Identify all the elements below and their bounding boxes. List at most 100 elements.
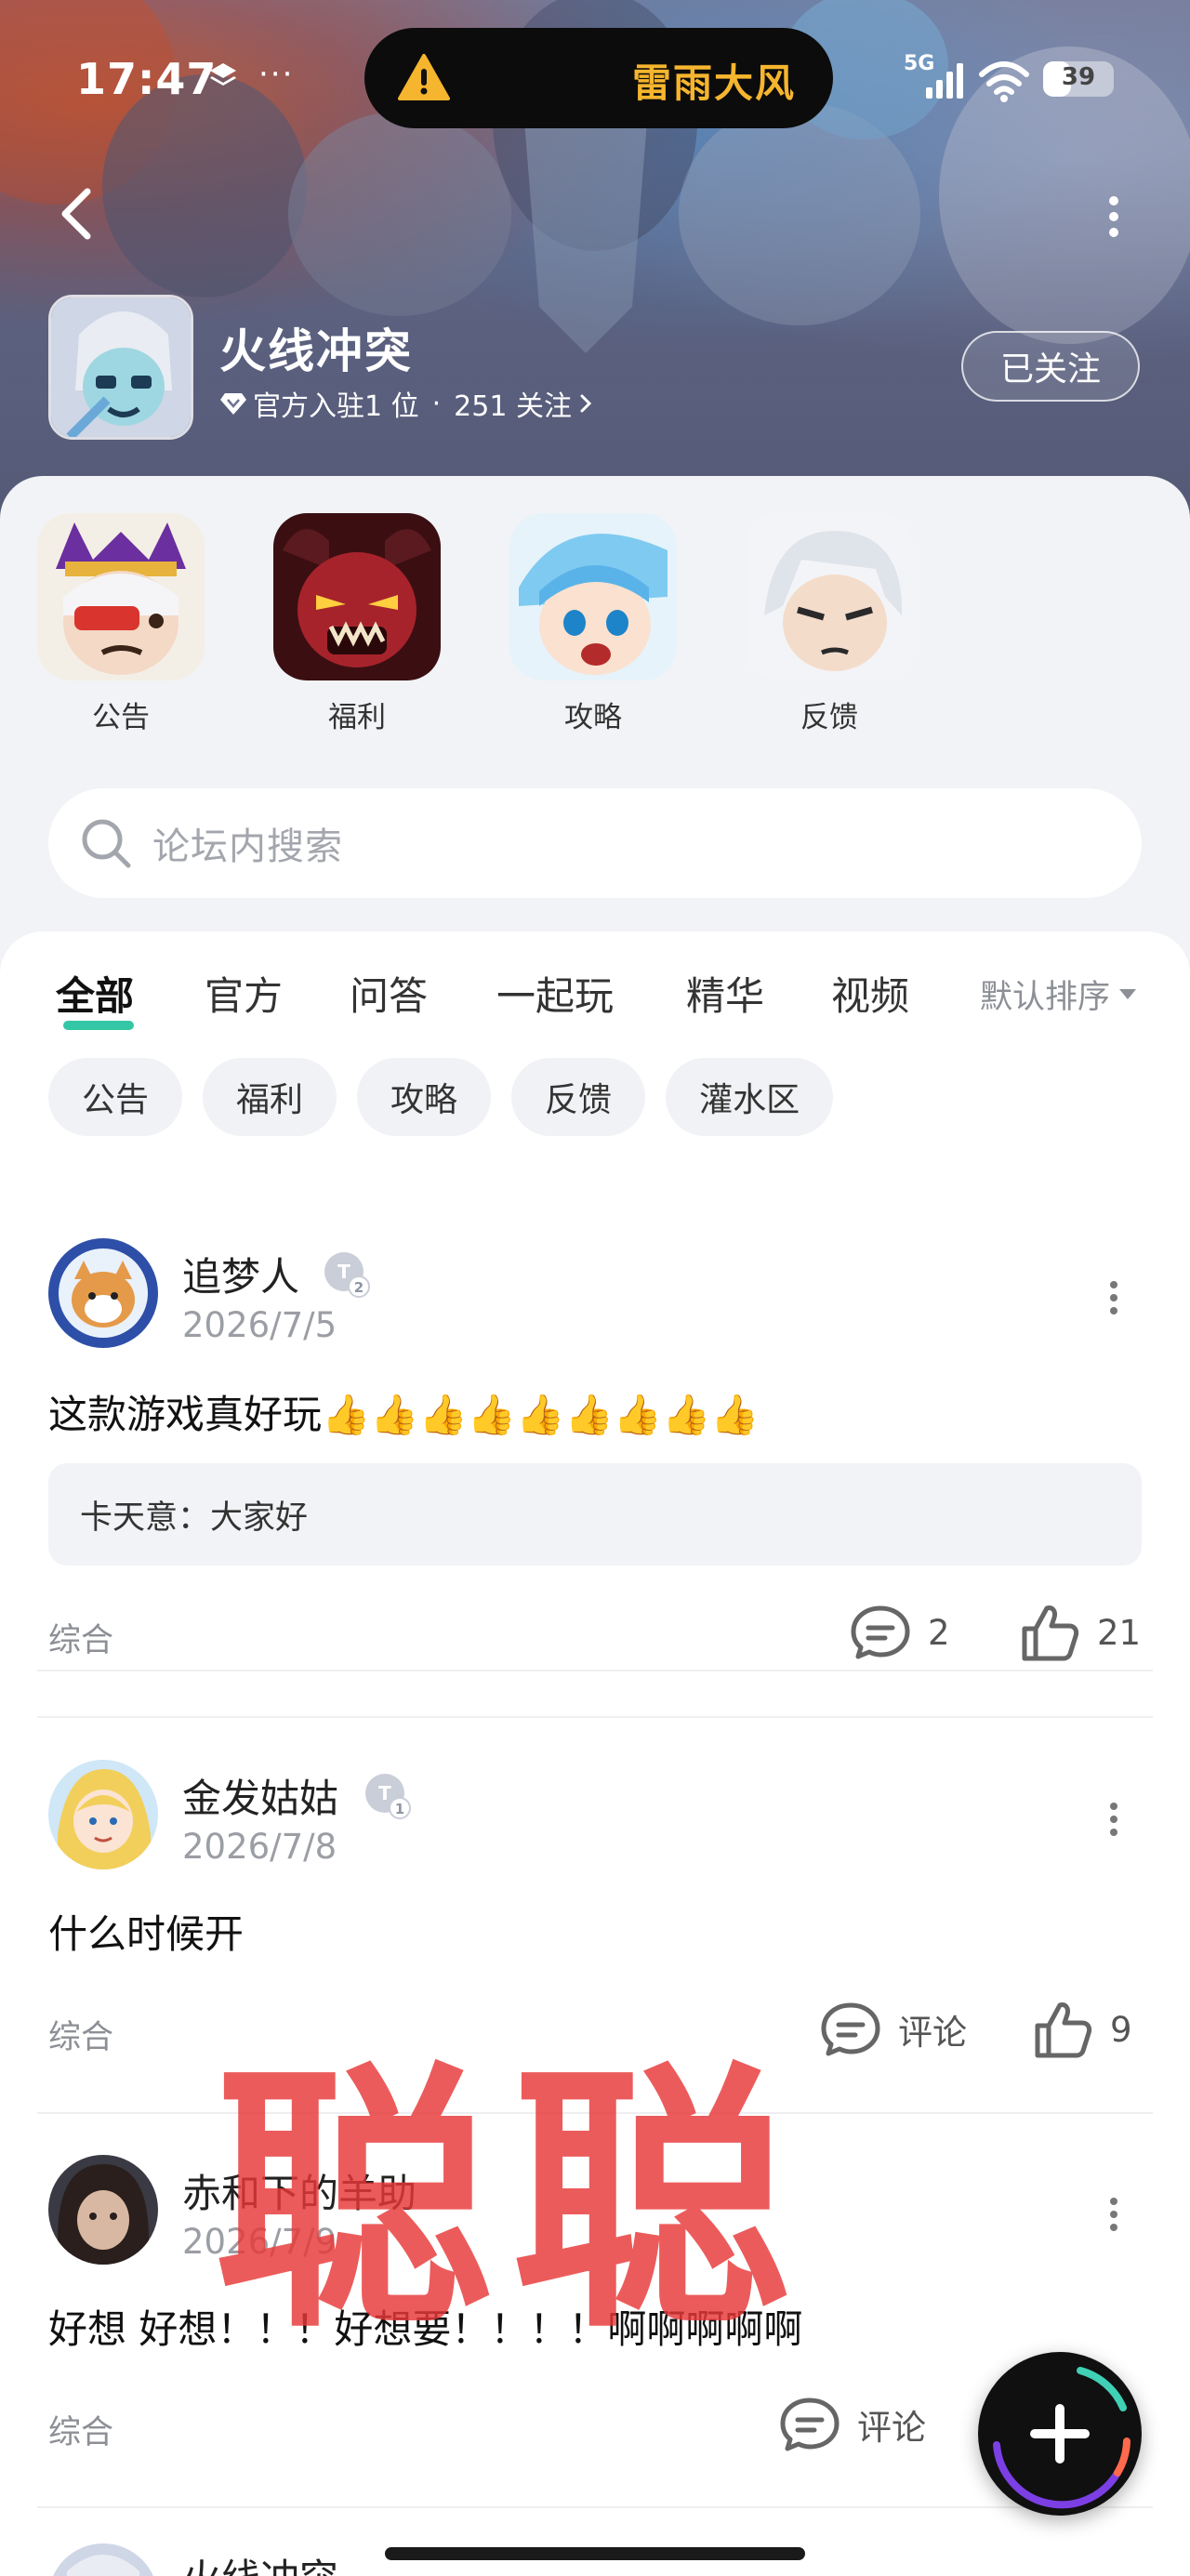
divider: [37, 1716, 1153, 1718]
comment-icon: [851, 1605, 910, 1659]
benefits-avatar-icon: [273, 513, 441, 680]
shortcut-announcement[interactable]: 公告: [37, 513, 205, 735]
post-text: 好想 好想！！！好想要！！！！啊啊啊啊啊: [48, 2306, 803, 2352]
thumbs-up-icon: [1022, 1605, 1079, 1661]
chip-benefits[interactable]: 福利: [203, 1058, 337, 1136]
quoted-reply[interactable]: 卡天意：大家好: [48, 1463, 1142, 1565]
svg-text:T: T: [337, 1261, 350, 1283]
avatar[interactable]: [48, 1760, 158, 1869]
avatar[interactable]: [48, 2155, 158, 2265]
comment-count: 2: [928, 1612, 950, 1653]
post-more-icon[interactable]: [1104, 1279, 1123, 1316]
like-button[interactable]: 21: [1017, 1603, 1141, 1662]
author-name[interactable]: 赤和下的羊助: [182, 2162, 416, 2219]
announcement-avatar-icon: [37, 513, 205, 680]
like-count: 9: [1110, 2009, 1132, 2050]
create-post-button[interactable]: [978, 2352, 1142, 2516]
level-badge-icon: T 2: [324, 1252, 370, 1298]
chip-guide[interactable]: 攻略: [357, 1058, 492, 1136]
shortcut-label: 反馈: [800, 701, 858, 734]
tab-official[interactable]: 官方: [205, 965, 283, 1022]
forum-search-bar[interactable]: 论坛内搜索: [48, 788, 1142, 898]
avatar[interactable]: [48, 2543, 158, 2576]
post-text: 什么时候开: [48, 1911, 245, 1957]
shortcut-label: 公告: [92, 701, 150, 734]
guide-avatar-icon: [509, 513, 677, 680]
sort-label: 默认排序: [980, 979, 1111, 1016]
post-date: 2026/7/8: [182, 1827, 337, 1867]
official-count: 官方入驻1 位: [253, 390, 419, 423]
game-title: 火线冲突: [219, 324, 413, 378]
svg-text:T: T: [378, 1782, 391, 1804]
follower-count: 251 关注: [454, 390, 572, 423]
game-icon[interactable]: [48, 295, 193, 440]
meta-separator: ·: [431, 387, 442, 420]
caret-down-icon: [1119, 989, 1137, 999]
verified-diamond-icon: [220, 393, 246, 415]
post-category-tag: 综合: [48, 2019, 114, 2056]
back-arrow-icon[interactable]: [56, 186, 97, 242]
author-name[interactable]: 火线冲突: [182, 2547, 338, 2576]
dynamic-island-alert[interactable]: 雷雨大风: [364, 28, 833, 128]
wifi-icon: [979, 61, 1029, 102]
tab-featured[interactable]: 精华: [686, 965, 764, 1022]
battery-level: 39: [1061, 63, 1096, 91]
comment-button[interactable]: 评论: [818, 2000, 967, 2059]
post-more-icon[interactable]: [1104, 1801, 1123, 1838]
battery-indicator: 39: [1043, 61, 1114, 97]
author-name[interactable]: 追梦人: [182, 1246, 299, 1302]
forum-page: 17:47 ··· 雷雨大风 5G 39 火线冲突 官方入驻1 位 · 251 …: [0, 0, 1190, 2576]
tab-video[interactable]: 视频: [831, 965, 909, 1022]
like-button[interactable]: 9: [1030, 2000, 1132, 2059]
post-category-tag: 综合: [48, 1622, 114, 1659]
post-more-icon[interactable]: [1104, 2196, 1123, 2233]
topic-chips: 公告 福利 攻略 反馈 灌水区: [48, 1058, 834, 1136]
plus-icon: [978, 2352, 1142, 2516]
divider: [37, 2112, 1153, 2114]
sort-dropdown[interactable]: 默认排序: [980, 971, 1137, 1018]
shortcut-benefits[interactable]: 福利: [273, 513, 441, 735]
feedback-avatar-icon: [746, 513, 913, 680]
post-category-tag: 综合: [48, 2414, 114, 2451]
shortcut-feedback[interactable]: 反馈: [746, 513, 913, 735]
chip-feedback[interactable]: 反馈: [511, 1058, 646, 1136]
tab-qa[interactable]: 问答: [350, 965, 428, 1022]
category-tabs: 全部 官方 问答 一起玩 精华 视频 默认排序: [0, 931, 1190, 1052]
level-badge-icon: T 1: [365, 1774, 411, 1819]
status-bar: 17:47 ··· 雷雨大风 5G 39: [0, 28, 1190, 130]
search-placeholder: 论坛内搜索: [152, 826, 343, 868]
shortcut-label: 攻略: [564, 701, 622, 734]
hero-banner: 17:47 ··· 雷雨大风 5G 39 火线冲突 官方入驻1 位 · 251 …: [0, 0, 1190, 521]
post-date: 2026/7/5: [182, 1305, 337, 1345]
comment-button[interactable]: 2: [848, 1603, 950, 1662]
level-number: 1: [395, 1801, 404, 1817]
tab-all[interactable]: 全部: [56, 965, 134, 1022]
post-card-2[interactable]: 金发姑姑 T 1 2026/7/8 什么时候开 综合 评论 9: [0, 1760, 1190, 2113]
warning-icon: [398, 54, 450, 100]
more-options-icon[interactable]: [1104, 193, 1123, 240]
comment-label: 评论: [898, 2013, 967, 2053]
like-count: 21: [1097, 1612, 1142, 1653]
thumbs-up-icon: [1035, 2002, 1092, 2058]
game-meta[interactable]: 官方入驻1 位 · 251 关注: [219, 383, 594, 424]
chip-announcement[interactable]: 公告: [48, 1058, 183, 1136]
chip-chat[interactable]: 灌水区: [666, 1058, 834, 1136]
home-indicator[interactable]: [385, 2547, 805, 2560]
comment-button[interactable]: 评论: [777, 2395, 926, 2454]
shortcut-guide[interactable]: 攻略: [509, 513, 677, 735]
follow-button[interactable]: 已关注: [961, 331, 1140, 402]
post-card-1[interactable]: 追梦人 T 2 2026/7/5 这款游戏真好玩👍👍👍👍👍👍👍👍👍 卡天意：大家…: [0, 1238, 1190, 1661]
chevron-right-icon: [580, 394, 592, 413]
layers-icon: [206, 59, 240, 99]
post-text: 这款游戏真好玩👍👍👍👍👍👍👍👍👍: [48, 1392, 760, 1437]
author-name[interactable]: 金发姑姑: [182, 1767, 338, 1824]
weather-alert-text: 雷雨大风: [631, 60, 796, 106]
cellular-signal-icon: [926, 63, 963, 99]
section-shortcuts: 公告 福利 攻略 反馈: [37, 513, 1153, 755]
post-date: 2026/7/9: [182, 2222, 337, 2262]
level-number: 2: [354, 1279, 364, 1296]
tab-play-together[interactable]: 一起玩: [496, 965, 614, 1022]
avatar[interactable]: [48, 1238, 158, 1348]
more-notifications-icon: ···: [258, 56, 295, 93]
comment-icon: [821, 2002, 880, 2056]
